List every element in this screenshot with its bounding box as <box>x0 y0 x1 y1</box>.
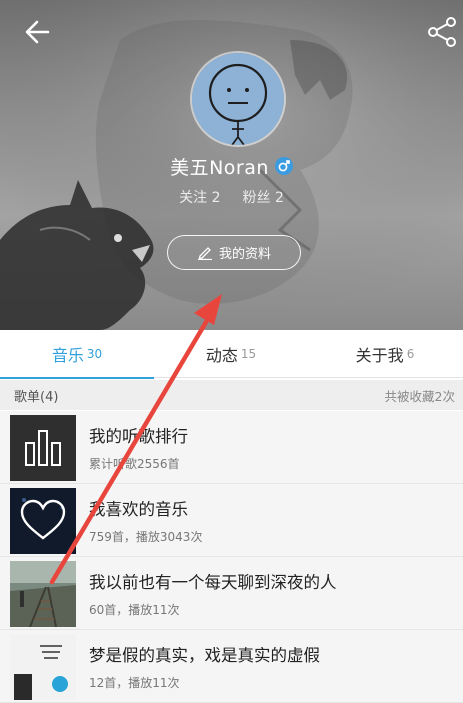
username-row: 美五Noran <box>0 152 463 180</box>
tab-music[interactable]: 音乐 30 <box>0 330 154 379</box>
my-profile-label: 我的资料 <box>218 247 271 262</box>
bar-chart-icon <box>10 415 76 481</box>
username: 美五Noran <box>170 156 269 179</box>
tab-label: 音乐 <box>51 346 84 365</box>
playlist-section-title: 歌单(4) <box>14 389 59 405</box>
following-count[interactable]: 关注 2 <box>179 187 220 207</box>
playlist-cover <box>10 488 76 554</box>
arrow-left-icon <box>25 20 50 44</box>
playlist-list: 我的听歌排行 累计听歌2556首 我喜欢的音乐 759首，播放3043次 我以前… <box>0 411 463 703</box>
share-button[interactable] <box>424 14 460 50</box>
back-button[interactable] <box>20 14 56 50</box>
playlist-item[interactable]: 我以前也有一个每天聊到深夜的人 60首，播放11次 <box>0 557 463 630</box>
tab-label: 关于我 <box>355 346 404 365</box>
profile-header: 美五Noran 关注 2 粉丝 2 我的资料 <box>0 0 463 330</box>
playlist-subtitle: 60首，播放11次 <box>89 603 180 617</box>
playlist-title: 我的听歌排行 <box>89 427 188 446</box>
my-profile-button[interactable]: 我的资料 <box>167 235 301 270</box>
tab-label: 动态 <box>205 346 238 365</box>
playlist-subtitle: 759首，播放3043次 <box>89 530 203 544</box>
playlist-cover <box>10 415 76 481</box>
playlist-cover <box>10 634 76 700</box>
avatar-doodle-image <box>192 53 284 145</box>
tab-count: 30 <box>86 347 103 361</box>
heart-icon <box>10 488 76 554</box>
playlist-item[interactable]: 梦是假的真实，戏是真实的虚假 12首，播放11次 <box>0 630 463 703</box>
edit-icon <box>197 246 212 260</box>
playlist-section-header: 歌单(4) 共被收藏2次 <box>0 380 463 410</box>
share-icon <box>428 17 456 47</box>
tab-count: 6 <box>406 347 415 361</box>
tab-bar: 音乐 30 动态 15 关于我 6 <box>0 330 463 379</box>
stats-row: 关注 2 粉丝 2 <box>0 186 463 208</box>
railway-photo <box>10 561 76 627</box>
tab-about-me[interactable]: 关于我 6 <box>308 330 462 378</box>
male-icon <box>274 157 293 175</box>
poster-photo <box>10 634 76 700</box>
playlist-cover <box>10 561 76 627</box>
tab-count: 15 <box>240 347 257 361</box>
playlist-title: 我以前也有一个每天聊到深夜的人 <box>89 573 337 592</box>
tab-activity[interactable]: 动态 15 <box>154 330 308 378</box>
favorited-count: 共被收藏2次 <box>384 388 455 404</box>
playlist-subtitle: 累计听歌2556首 <box>89 457 180 471</box>
playlist-item[interactable]: 我的听歌排行 累计听歌2556首 <box>0 411 463 484</box>
playlist-title: 梦是假的真实，戏是真实的虚假 <box>89 646 320 665</box>
playlist-item[interactable]: 我喜欢的音乐 759首，播放3043次 <box>0 484 463 557</box>
avatar[interactable] <box>190 51 286 147</box>
playlist-title: 我喜欢的音乐 <box>89 500 188 519</box>
followers-count[interactable]: 粉丝 2 <box>243 187 284 207</box>
playlist-subtitle: 12首，播放11次 <box>89 676 180 690</box>
